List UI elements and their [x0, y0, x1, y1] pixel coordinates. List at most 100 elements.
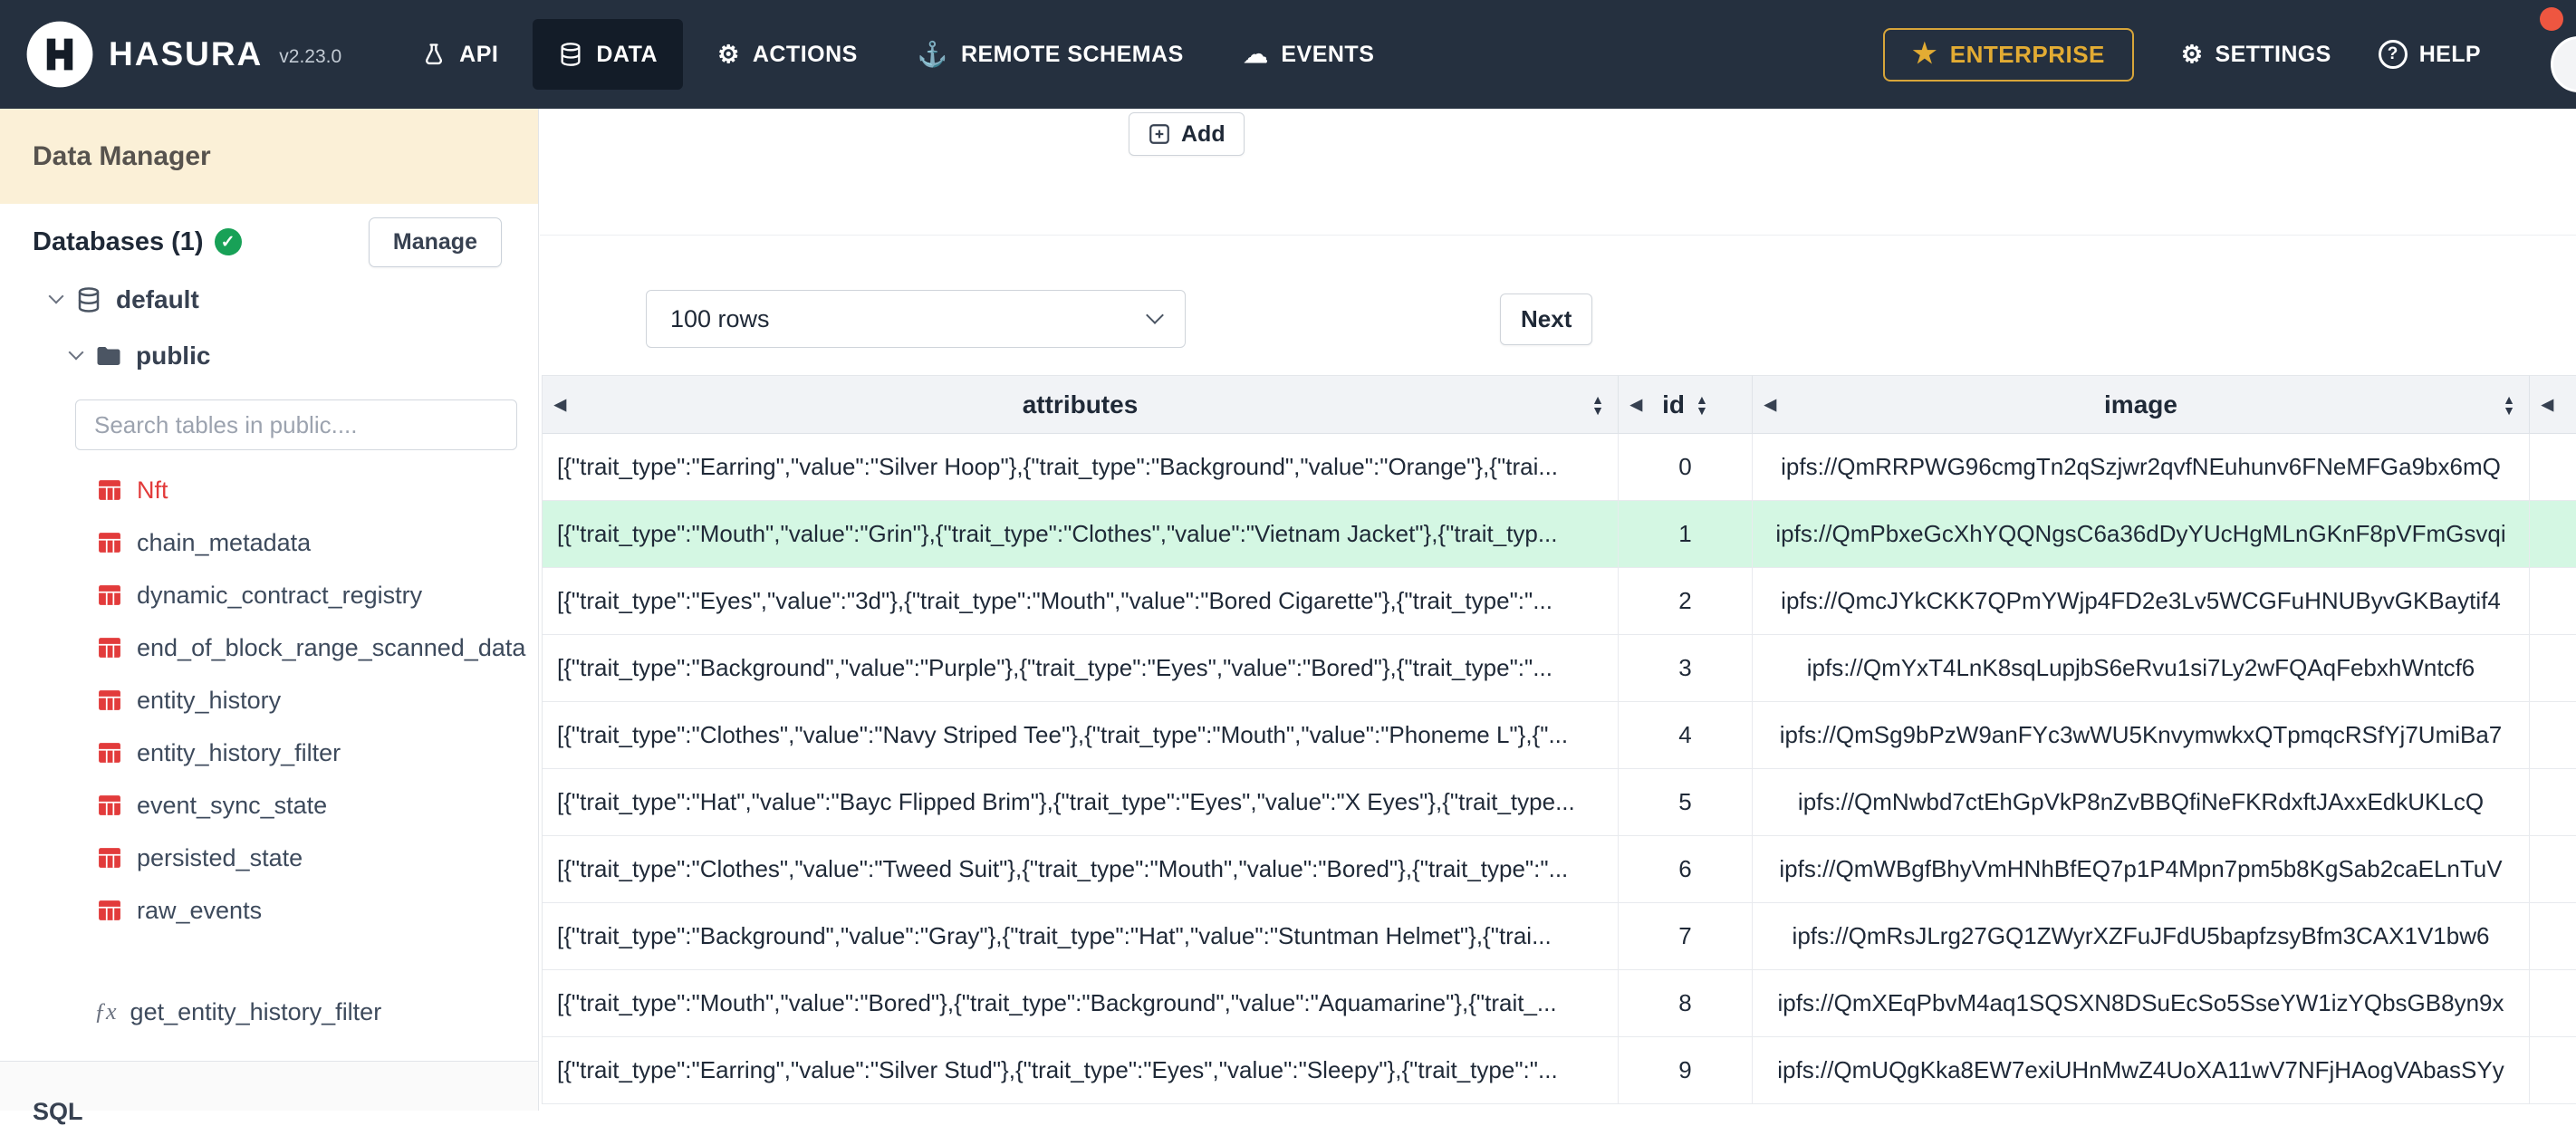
nav-item-data[interactable]: DATA: [533, 19, 683, 90]
column-label: attributes: [1023, 390, 1139, 419]
browse-rows-panel: Add 100 rows Next ◀ attributes ▲▼ ◀ id ▲…: [540, 109, 2576, 1111]
sidebar-item-dynamic-contract-registry[interactable]: dynamic_contract_registry: [0, 569, 538, 621]
sidebar-item-raw-events[interactable]: raw_events: [0, 884, 538, 937]
cell-id: 8: [1619, 970, 1753, 1037]
cell-partial: [2530, 501, 2576, 568]
table-name: entity_history: [137, 687, 281, 715]
column-header-partial[interactable]: ◀: [2530, 375, 2576, 434]
add-row-button[interactable]: Add: [1129, 112, 1245, 156]
databases-row: Databases (1) ✓ Manage: [33, 217, 502, 267]
table-name: chain_metadata: [137, 529, 311, 557]
settings-label: SETTINGS: [2216, 42, 2331, 68]
table-list: Nft chain_metadata dynamic_contract_regi…: [0, 464, 538, 937]
sidebar-item-event-sync-state[interactable]: event_sync_state: [0, 779, 538, 832]
notification-dot[interactable]: [2540, 7, 2563, 31]
database-icon: [75, 286, 102, 313]
sidebar-item-get-entity-history-filter[interactable]: ƒx get_entity_history_filter: [0, 986, 538, 1038]
rows-per-page-select[interactable]: 100 rows: [646, 290, 1186, 348]
cell-image: ipfs://QmPbxeGcXhYQQNgsC6a36dDyYUcHgMLnG…: [1753, 501, 2530, 568]
check-circle-icon: ✓: [215, 228, 242, 255]
plus-square-icon: [1148, 122, 1171, 146]
nav-item-remote-schemas[interactable]: ⚓ REMOTE SCHEMAS: [892, 19, 1209, 90]
toolbar-divider: [540, 235, 2576, 236]
sidebar-item-persisted-state[interactable]: persisted_state: [0, 832, 538, 884]
search-tables-input[interactable]: [75, 399, 517, 450]
cell-partial: [2530, 568, 2576, 635]
chevron-down-icon[interactable]: [49, 289, 64, 304]
sidebar-item-entity-history[interactable]: entity_history: [0, 674, 538, 727]
collapse-column-icon[interactable]: ◀: [1630, 396, 1642, 414]
nav-item-events[interactable]: ☁ EVENTS: [1218, 19, 1400, 90]
cell-image: ipfs://QmWBgfBhyVmHNhBfEQ7p1P4Mpn7pm5b8K…: [1753, 836, 2530, 903]
settings-button[interactable]: ⚙ SETTINGS: [2181, 42, 2331, 68]
sidebar-item-end-of-block-range-scanned-data[interactable]: end_of_block_range_scanned_data: [0, 621, 538, 674]
table-name: entity_history_filter: [137, 739, 341, 767]
column-header-attributes[interactable]: ◀ attributes ▲▼: [543, 375, 1619, 434]
cell-id: 6: [1619, 836, 1753, 903]
sql-link[interactable]: SQL: [33, 1098, 83, 1126]
add-label: Add: [1181, 121, 1226, 148]
cell-partial: [2530, 836, 2576, 903]
table-name: end_of_block_range_scanned_data: [137, 634, 525, 662]
sort-icon[interactable]: ▲▼: [1591, 394, 1604, 416]
table-icon: [98, 900, 121, 921]
cell-id: 0: [1619, 434, 1753, 501]
cell-attributes: [{"trait_type":"Clothes","value":"Navy S…: [543, 702, 1619, 769]
column-header-image[interactable]: ◀ image ▲▼: [1753, 375, 2530, 434]
next-page-button[interactable]: Next: [1500, 294, 1592, 345]
cell-image: ipfs://QmRsJLrg27GQ1ZWyrXZFuJFdU5bapfzsy…: [1753, 903, 2530, 970]
column-label: image: [2104, 390, 2177, 419]
table-name: Nft: [137, 476, 168, 505]
help-button[interactable]: ? HELP: [2379, 40, 2481, 69]
tree-node-schema[interactable]: public: [71, 342, 210, 371]
column-header-id[interactable]: ◀ id ▲▼: [1619, 375, 1753, 434]
table-name: dynamic_contract_registry: [137, 582, 422, 610]
table-name: event_sync_state: [137, 792, 327, 820]
flask-icon: [421, 42, 447, 67]
star-icon: ★: [1912, 41, 1937, 68]
tree-node-database[interactable]: default: [51, 285, 199, 314]
sidebar-item-entity-history-filter[interactable]: entity_history_filter: [0, 727, 538, 779]
nav-item-label: EVENTS: [1281, 42, 1374, 68]
schema-name: public: [136, 342, 210, 371]
hasura-brand[interactable]: HASURA v2.23.0: [25, 20, 341, 89]
sidebar-item-nft[interactable]: Nft: [0, 464, 538, 516]
cell-id: 4: [1619, 702, 1753, 769]
collapse-column-icon[interactable]: ◀: [1764, 396, 1776, 414]
cell-attributes: [{"trait_type":"Background","value":"Gra…: [543, 903, 1619, 970]
database-icon: [558, 42, 583, 67]
brand-name: HASURA: [109, 35, 263, 73]
cell-attributes: [{"trait_type":"Mouth","value":"Grin"},{…: [543, 501, 1619, 568]
column-label: id: [1662, 390, 1685, 419]
table-icon: [98, 479, 121, 501]
cell-id: 9: [1619, 1037, 1753, 1104]
cell-image: ipfs://QmSg9bPzW9anFYc3wWU5KnvymwkxQTpmq…: [1753, 702, 2530, 769]
manage-button[interactable]: Manage: [369, 217, 502, 267]
help-label: HELP: [2419, 42, 2481, 68]
chevron-down-icon[interactable]: [69, 345, 84, 361]
nav-item-label: REMOTE SCHEMAS: [961, 42, 1184, 68]
sort-icon[interactable]: ▲▼: [2503, 394, 2515, 416]
table-icon: [98, 742, 121, 764]
table-icon: [98, 584, 121, 606]
sidebar-item-chain-metadata[interactable]: chain_metadata: [0, 516, 538, 569]
rows-select-value: 100 rows: [670, 305, 770, 333]
cell-id: 5: [1619, 769, 1753, 836]
cell-image: ipfs://QmcJYkCKK7QPmYWjp4FD2e3Lv5WCGFuHN…: [1753, 568, 2530, 635]
nav-item-label: API: [459, 42, 498, 68]
cell-partial: [2530, 903, 2576, 970]
collapse-column-icon[interactable]: ◀: [2542, 396, 2553, 414]
cloud-icon: ☁: [1244, 43, 1269, 67]
nav-item-api[interactable]: API: [396, 19, 524, 90]
hasura-logo-icon: [25, 20, 94, 89]
sort-icon[interactable]: ▲▼: [1696, 394, 1708, 416]
cell-partial: [2530, 970, 2576, 1037]
database-name: default: [116, 285, 199, 314]
main-nav: API DATA ⚙ ACTIONS ⚓ REMOTE SCHEMAS ☁ EV…: [396, 0, 1399, 109]
table-icon: [98, 794, 121, 816]
nav-item-actions[interactable]: ⚙ ACTIONS: [692, 19, 883, 90]
enterprise-button[interactable]: ★ ENTERPRISE: [1883, 28, 2134, 82]
collapse-column-icon[interactable]: ◀: [554, 396, 566, 414]
chevron-down-icon: [1146, 306, 1164, 324]
cell-id: 1: [1619, 501, 1753, 568]
